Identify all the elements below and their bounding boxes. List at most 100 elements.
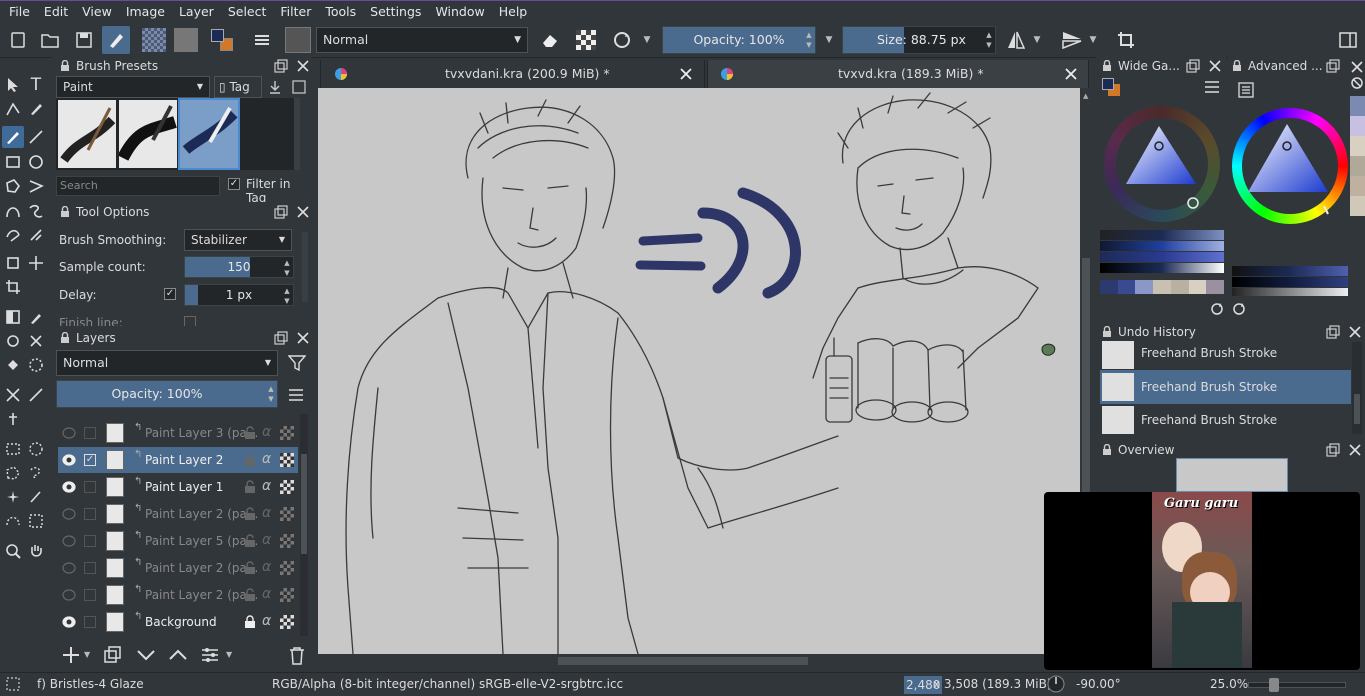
eye-visible-icon[interactable] bbox=[61, 480, 77, 494]
filter-in-tag-checkbox[interactable]: ✓ bbox=[228, 178, 240, 190]
spin-arrows-icon[interactable]: ▲ ▼ bbox=[283, 258, 291, 278]
close-icon[interactable] bbox=[296, 205, 310, 219]
menu-window[interactable]: Window bbox=[426, 2, 489, 22]
unlock-icon[interactable] bbox=[244, 561, 256, 575]
finish-line-checkbox[interactable] bbox=[184, 316, 196, 326]
unlock-icon[interactable] bbox=[244, 453, 256, 467]
smart-patch-icon[interactable] bbox=[25, 330, 47, 352]
view-options-icon[interactable] bbox=[292, 80, 306, 94]
settings-list-icon[interactable] bbox=[1238, 82, 1254, 98]
close-icon[interactable] bbox=[296, 331, 310, 345]
select-shapes-icon[interactable] bbox=[2, 74, 24, 96]
undo-item[interactable]: Freehand Brush Stroke bbox=[1100, 404, 1351, 436]
close-tab-icon[interactable] bbox=[1064, 67, 1078, 81]
preset-search-input[interactable]: Search bbox=[56, 176, 220, 196]
delay-slider[interactable]: 1 px ▲ ▼ bbox=[184, 284, 294, 306]
ellipse-tool-icon[interactable] bbox=[25, 151, 47, 173]
inherit-alpha-icon[interactable] bbox=[280, 426, 294, 440]
inherit-alpha-icon[interactable] bbox=[280, 507, 294, 521]
mirror-vertical-icon[interactable] bbox=[1058, 26, 1086, 54]
brush-preset-icon[interactable] bbox=[284, 26, 312, 54]
polygon-select-icon[interactable] bbox=[2, 462, 24, 484]
pattern-icon[interactable] bbox=[172, 26, 200, 54]
brush-editor-icon[interactable] bbox=[102, 26, 130, 54]
float-icon[interactable] bbox=[1326, 59, 1340, 73]
open-document-icon[interactable] bbox=[36, 26, 64, 54]
layer-checkbox[interactable] bbox=[84, 535, 96, 547]
chevron-down-icon[interactable]: ▼ bbox=[640, 26, 654, 54]
polygon-tool-icon[interactable] bbox=[2, 175, 24, 197]
close-icon[interactable] bbox=[296, 59, 310, 73]
close-icon[interactable] bbox=[1208, 59, 1222, 73]
preserve-alpha-icon[interactable] bbox=[572, 26, 600, 54]
layer-row[interactable]: ↰ Paint Layer 2 (pa... α bbox=[58, 582, 298, 608]
inherit-alpha-icon[interactable] bbox=[280, 534, 294, 548]
menu-view[interactable]: View bbox=[73, 2, 117, 22]
color-picker-icon[interactable] bbox=[25, 306, 47, 328]
add-layer-icon[interactable] bbox=[62, 646, 80, 664]
alpha-lock-icon[interactable]: α bbox=[262, 424, 271, 440]
inherit-alpha-icon[interactable] bbox=[280, 453, 294, 467]
measure-tool-icon[interactable] bbox=[25, 384, 47, 406]
layer-row-selected[interactable]: ✓ ↰ Paint Layer 2 α bbox=[58, 447, 298, 473]
delay-checkbox[interactable]: ✓ bbox=[164, 288, 176, 300]
hue-wheel[interactable] bbox=[1232, 108, 1348, 224]
brush-smoothing-combo[interactable]: Stabilizer ▼ bbox=[184, 229, 292, 251]
eraser-icon[interactable] bbox=[536, 26, 564, 54]
refresh-icon[interactable] bbox=[1210, 302, 1224, 316]
hamburger-menu-icon[interactable] bbox=[288, 388, 304, 402]
hamburger-menu-icon[interactable] bbox=[1204, 80, 1220, 94]
float-icon[interactable] bbox=[1186, 59, 1200, 73]
layer-checkbox[interactable] bbox=[84, 589, 96, 601]
reload-preset-icon[interactable] bbox=[608, 26, 636, 54]
fg-bg-color-icon[interactable] bbox=[1100, 76, 1122, 98]
layer-row[interactable]: ↰ Background α bbox=[58, 609, 298, 635]
zoom-tool-icon[interactable] bbox=[2, 540, 24, 562]
layer-checkbox[interactable] bbox=[84, 508, 96, 520]
menu-help[interactable]: Help bbox=[490, 2, 533, 22]
close-icon[interactable] bbox=[1350, 60, 1364, 74]
eye-visible-icon[interactable] bbox=[61, 615, 77, 629]
eye-hidden-icon[interactable] bbox=[61, 588, 77, 602]
magnetic-select-icon[interactable] bbox=[25, 510, 47, 532]
gradient-tool-icon[interactable] bbox=[2, 306, 24, 328]
assistant-tool-icon[interactable] bbox=[2, 384, 24, 406]
layer-checkbox[interactable] bbox=[84, 562, 96, 574]
brush-preset-thumb-selected[interactable] bbox=[178, 98, 240, 170]
panel-layout-icon[interactable] bbox=[1334, 26, 1362, 54]
filter-icon[interactable] bbox=[288, 354, 306, 372]
layer-properties-icon[interactable] bbox=[200, 646, 220, 664]
chevron-down-icon[interactable]: ▼ bbox=[1086, 26, 1100, 54]
brush-preset-thumb[interactable] bbox=[119, 100, 177, 168]
alpha-lock-icon[interactable]: α bbox=[262, 451, 271, 467]
alpha-lock-icon[interactable]: α bbox=[262, 586, 271, 602]
layer-checkbox[interactable] bbox=[84, 616, 96, 628]
layer-row[interactable]: ↰ Paint Layer 2 (pa... α bbox=[58, 501, 298, 527]
drawing-canvas[interactable] bbox=[318, 88, 1080, 654]
fill-tool-icon[interactable] bbox=[2, 354, 24, 376]
color-wheel[interactable] bbox=[1104, 106, 1220, 222]
move-layer-up-icon[interactable] bbox=[168, 646, 188, 664]
undo-scrollbar[interactable] bbox=[1352, 342, 1362, 434]
freehand-path-icon[interactable] bbox=[25, 200, 47, 222]
unlock-icon[interactable] bbox=[244, 480, 256, 494]
brush-preset-thumb[interactable] bbox=[58, 100, 116, 168]
chevron-down-icon[interactable]: ▼ bbox=[822, 26, 836, 54]
sample-count-slider[interactable]: 150 ▲ ▼ bbox=[184, 256, 294, 278]
spin-arrows-icon[interactable]: ▲ ▼ bbox=[267, 384, 275, 404]
contiguous-select-icon[interactable] bbox=[2, 486, 24, 508]
zoom-slider[interactable] bbox=[1248, 678, 1346, 692]
rotation-dial-icon[interactable] bbox=[1046, 674, 1066, 694]
layer-checkbox[interactable]: ✓ bbox=[84, 454, 96, 466]
color-swatch-icon[interactable] bbox=[208, 26, 236, 54]
delete-layer-icon[interactable] bbox=[288, 646, 306, 666]
eye-hidden-icon[interactable] bbox=[61, 534, 77, 548]
polyline-tool-icon[interactable] bbox=[25, 175, 47, 197]
layer-row[interactable]: ↰ Paint Layer 1 α bbox=[58, 474, 298, 500]
color-history[interactable] bbox=[1100, 280, 1225, 294]
menu-file[interactable]: File bbox=[0, 2, 35, 22]
new-document-icon[interactable] bbox=[4, 26, 32, 54]
layers-scrollbar[interactable] bbox=[300, 414, 308, 636]
colorize-mask-icon[interactable] bbox=[2, 330, 24, 352]
reference-tool-icon[interactable] bbox=[2, 408, 24, 430]
